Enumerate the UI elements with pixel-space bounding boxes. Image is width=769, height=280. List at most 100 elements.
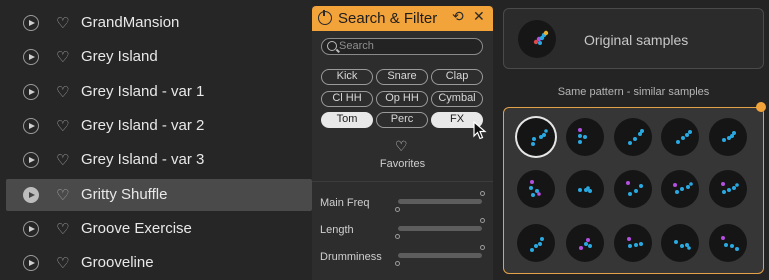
slider-min-handle[interactable] [395, 207, 400, 212]
tag-cl-hh[interactable]: Cl HH [321, 91, 373, 107]
play-icon[interactable] [23, 84, 39, 100]
slider-max-handle[interactable] [480, 245, 485, 250]
search-placeholder: Search [339, 40, 374, 52]
list-item-selected[interactable]: ♡ Gritty Shuffle [6, 179, 312, 211]
pattern-icon [578, 186, 592, 193]
pattern-icon [531, 129, 548, 146]
sample-list: ♡ GrandMansion ♡ Grey Island ♡ Grey Isla… [0, 0, 312, 280]
sample-pad[interactable] [614, 118, 652, 156]
sample-pad[interactable] [709, 170, 747, 208]
original-samples-label: Original samples [584, 32, 689, 48]
list-item-name: Gritty Shuffle [81, 186, 168, 203]
heart-icon[interactable]: ♡ [56, 187, 69, 203]
panel-header: Search & Filter ⟲ ✕ [312, 6, 493, 31]
sample-pad[interactable] [709, 224, 747, 262]
sample-pad[interactable] [517, 224, 555, 262]
sample-pad[interactable] [566, 170, 604, 208]
favorites-heart-icon[interactable]: ♡ [395, 139, 408, 155]
original-samples-box[interactable]: Original samples [503, 8, 764, 69]
heart-icon[interactable]: ♡ [56, 118, 69, 134]
list-item[interactable]: ♡ Grey Island - var 3 [6, 144, 312, 176]
pattern-icon [579, 238, 592, 250]
slider-main-freq[interactable] [398, 199, 482, 204]
pattern-icon [721, 182, 739, 194]
similar-samples-label: Same pattern - similar samples [557, 86, 710, 98]
play-icon[interactable] [23, 49, 39, 65]
mouse-cursor-icon [473, 121, 487, 140]
search-input[interactable]: Search [321, 38, 483, 55]
pattern-icon [674, 240, 691, 250]
list-item-name: Grey Island [81, 48, 158, 65]
list-item[interactable]: ♡ GrandMansion [6, 7, 312, 39]
tag-perc[interactable]: Perc [376, 112, 428, 128]
play-icon[interactable] [23, 152, 39, 168]
pattern-icon [627, 237, 643, 248]
play-icon[interactable] [23, 15, 39, 31]
heart-icon[interactable]: ♡ [56, 84, 69, 100]
list-item-name: Groove Exercise [81, 220, 192, 237]
play-icon[interactable] [23, 221, 39, 237]
pattern-icon [722, 131, 736, 142]
tag-kick[interactable]: Kick [321, 69, 373, 85]
play-icon[interactable] [23, 187, 39, 203]
sample-pad[interactable] [661, 224, 699, 262]
tag-tom[interactable]: Tom [321, 112, 373, 128]
play-icon[interactable] [23, 118, 39, 134]
pattern-icon [721, 236, 739, 251]
list-item-name: Grey Island - var 1 [81, 83, 205, 100]
slider-label-main-freq: Main Freq [320, 197, 370, 209]
sample-pad-selected[interactable] [517, 118, 555, 156]
close-icon[interactable]: ✕ [473, 9, 485, 25]
sample-pad[interactable] [566, 224, 604, 262]
tag-cymbal[interactable]: Cymbal [431, 91, 483, 107]
heart-icon[interactable]: ♡ [56, 49, 69, 65]
list-item[interactable]: ♡ Grooveline [6, 247, 312, 279]
list-item[interactable]: ♡ Groove Exercise [6, 213, 312, 245]
pattern-icon [578, 128, 587, 144]
list-item-name: Grooveline [81, 254, 154, 271]
reset-icon[interactable]: ⟲ [452, 9, 464, 25]
pattern-icon [626, 181, 643, 196]
heart-icon[interactable]: ♡ [56, 152, 69, 168]
sample-pad[interactable] [517, 170, 555, 208]
slider-length[interactable] [398, 226, 482, 231]
power-icon[interactable] [318, 10, 332, 25]
sample-pad[interactable] [709, 118, 747, 156]
pattern-icon [530, 237, 544, 252]
sample-pad[interactable] [661, 118, 699, 156]
play-icon[interactable] [23, 255, 39, 271]
original-pattern-icon [533, 30, 549, 45]
list-item[interactable]: ♡ Grey Island - var 1 [6, 76, 312, 108]
slider-drumminess[interactable] [398, 253, 482, 258]
sample-pad[interactable] [614, 170, 652, 208]
pattern-icon [628, 129, 644, 145]
list-item[interactable]: ♡ Grey Island [6, 41, 312, 73]
pattern-icon [529, 180, 541, 197]
tag-clap[interactable]: Clap [431, 69, 483, 85]
divider [312, 181, 493, 182]
slider-min-handle[interactable] [395, 234, 400, 239]
search-filter-panel: Search & Filter ⟲ ✕ Search Kick Snare Cl… [312, 6, 493, 280]
search-icon [327, 41, 337, 51]
pattern-icon [673, 182, 693, 194]
original-sample-pad[interactable] [518, 20, 556, 58]
grid-resize-handle[interactable] [756, 102, 766, 112]
heart-icon[interactable]: ♡ [56, 221, 69, 237]
list-item-name: GrandMansion [81, 14, 180, 31]
heart-icon[interactable]: ♡ [56, 255, 69, 271]
slider-max-handle[interactable] [480, 191, 485, 196]
list-item-name: Grey Island - var 3 [81, 151, 205, 168]
list-item-name: Grey Island - var 2 [81, 117, 205, 134]
sample-pad[interactable] [566, 118, 604, 156]
panel-title: Search & Filter [338, 10, 438, 27]
sample-pad[interactable] [614, 224, 652, 262]
sample-pad[interactable] [661, 170, 699, 208]
slider-max-handle[interactable] [480, 218, 485, 223]
favorites-label[interactable]: Favorites [312, 158, 493, 170]
tag-op-hh[interactable]: Op HH [376, 91, 428, 107]
tag-snare[interactable]: Snare [376, 69, 428, 85]
pattern-icon [676, 130, 692, 144]
slider-min-handle[interactable] [395, 261, 400, 266]
heart-icon[interactable]: ♡ [56, 15, 69, 31]
list-item[interactable]: ♡ Grey Island - var 2 [6, 110, 312, 142]
